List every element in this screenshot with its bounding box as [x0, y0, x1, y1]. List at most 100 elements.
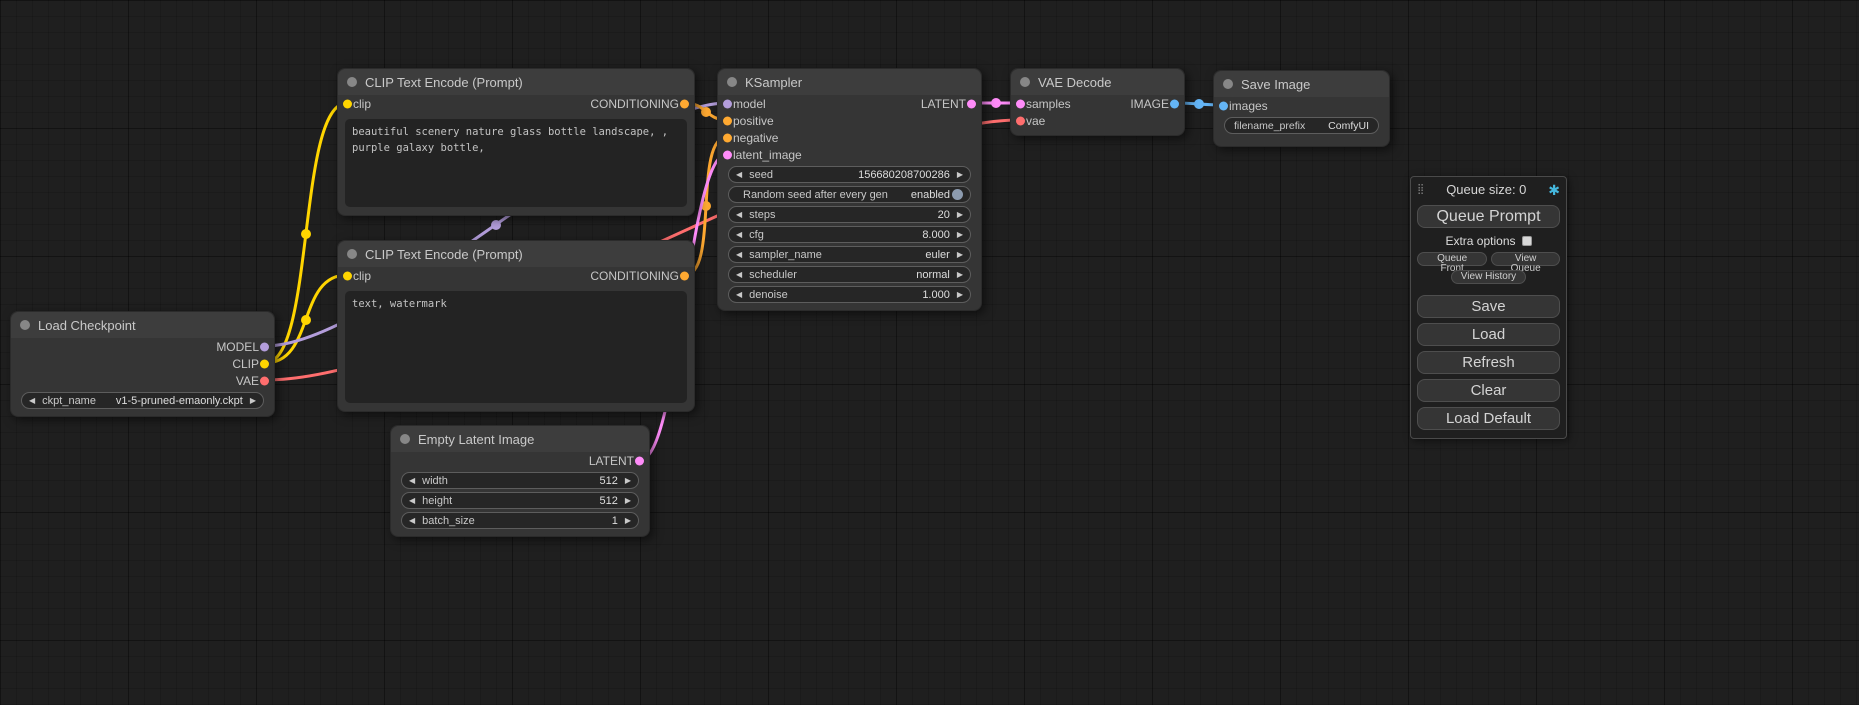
decrement-arrow-icon[interactable]: ◀: [736, 251, 742, 259]
widget-denoise[interactable]: ◀ denoise 1.000 ▶: [728, 286, 971, 303]
output-slot-latent[interactable]: [635, 456, 644, 465]
view-history-button[interactable]: View History: [1451, 270, 1526, 284]
increment-arrow-icon[interactable]: ▶: [625, 497, 631, 505]
extra-options-label: Extra options: [1445, 234, 1515, 248]
queue-front-button[interactable]: Queue Front: [1417, 252, 1487, 266]
widget-width[interactable]: ◀ width 512 ▶: [401, 472, 639, 489]
collapse-dot-icon[interactable]: [347, 249, 357, 259]
decrement-arrow-icon[interactable]: ◀: [736, 211, 742, 219]
input-label-clip: clip: [353, 97, 371, 111]
input-slot-vae[interactable]: [1016, 116, 1025, 125]
queue-prompt-button[interactable]: Queue Prompt: [1417, 205, 1560, 228]
widget-value: 512: [599, 475, 617, 487]
collapse-dot-icon[interactable]: [400, 434, 410, 444]
input-slot-model[interactable]: [723, 99, 732, 108]
settings-gear-icon[interactable]: ✱: [1548, 183, 1560, 197]
node-empty-latent-image[interactable]: Empty Latent Image LATENT ◀ width 512 ▶ …: [390, 425, 650, 537]
extra-options-checkbox[interactable]: [1522, 236, 1532, 246]
node-title-bar[interactable]: Save Image: [1214, 71, 1389, 97]
view-queue-button[interactable]: View Queue: [1491, 252, 1560, 266]
node-title-bar[interactable]: Load Checkpoint: [11, 312, 274, 338]
widget-label: cfg: [749, 229, 764, 241]
save-button[interactable]: Save: [1417, 295, 1560, 318]
widget-random-seed-toggle[interactable]: Random seed after every gen enabled: [728, 186, 971, 203]
widget-seed[interactable]: ◀ seed 156680208700286 ▶: [728, 166, 971, 183]
refresh-button[interactable]: Refresh: [1417, 351, 1560, 374]
slot-row-images: images: [1214, 97, 1389, 114]
collapse-dot-icon[interactable]: [20, 320, 30, 330]
widget-steps[interactable]: ◀ steps 20 ▶: [728, 206, 971, 223]
node-title-bar[interactable]: CLIP Text Encode (Prompt): [338, 69, 694, 95]
widget-filename-prefix[interactable]: filename_prefix ComfyUI: [1224, 117, 1379, 134]
widget-batch-size[interactable]: ◀ batch_size 1 ▶: [401, 512, 639, 529]
widget-sampler-name[interactable]: ◀ sampler_name euler ▶: [728, 246, 971, 263]
increment-arrow-icon[interactable]: ▶: [957, 291, 963, 299]
increment-arrow-icon[interactable]: ▶: [957, 251, 963, 259]
increment-arrow-icon[interactable]: ▶: [957, 271, 963, 279]
node-load-checkpoint[interactable]: Load Checkpoint MODEL CLIP VAE ◀ ckpt_na…: [10, 311, 275, 417]
decrement-arrow-icon[interactable]: ◀: [736, 231, 742, 239]
decrement-arrow-icon[interactable]: ◀: [409, 477, 415, 485]
input-slot-clip[interactable]: [343, 271, 352, 280]
decrement-arrow-icon[interactable]: ◀: [736, 171, 742, 179]
node-canvas[interactable]: Load Checkpoint MODEL CLIP VAE ◀ ckpt_na…: [0, 0, 1859, 705]
output-row-vae: VAE: [11, 372, 274, 389]
collapse-dot-icon[interactable]: [1223, 79, 1233, 89]
collapse-dot-icon[interactable]: [727, 77, 737, 87]
output-label-model: MODEL: [216, 340, 259, 354]
node-save-image[interactable]: Save Image images filename_prefix ComfyU…: [1213, 70, 1390, 147]
widget-height[interactable]: ◀ height 512 ▶: [401, 492, 639, 509]
widget-label: scheduler: [749, 269, 797, 281]
output-slot-vae[interactable]: [260, 376, 269, 385]
input-label-latent-image: latent_image: [733, 148, 802, 162]
slot-row: clip CONDITIONING: [338, 95, 694, 112]
node-title: CLIP Text Encode (Prompt): [365, 247, 523, 262]
node-vae-decode[interactable]: VAE Decode samples IMAGE vae: [1010, 68, 1185, 136]
node-ksampler[interactable]: KSampler model LATENT positive negative …: [717, 68, 982, 311]
node-title-bar[interactable]: CLIP Text Encode (Prompt): [338, 241, 694, 267]
input-slot-clip[interactable]: [343, 99, 352, 108]
collapse-dot-icon[interactable]: [1020, 77, 1030, 87]
prompt-textarea[interactable]: text, watermark: [345, 291, 687, 403]
output-slot-conditioning[interactable]: [680, 99, 689, 108]
widget-scheduler[interactable]: ◀ scheduler normal ▶: [728, 266, 971, 283]
increment-arrow-icon[interactable]: ▶: [625, 477, 631, 485]
node-clip-text-encode-negative[interactable]: CLIP Text Encode (Prompt) clip CONDITION…: [337, 240, 695, 412]
increment-arrow-icon[interactable]: ▶: [957, 171, 963, 179]
node-title-bar[interactable]: Empty Latent Image: [391, 426, 649, 452]
decrement-arrow-icon[interactable]: ◀: [736, 291, 742, 299]
input-slot-images[interactable]: [1219, 101, 1228, 110]
output-slot-model[interactable]: [260, 342, 269, 351]
input-slot-positive[interactable]: [723, 116, 732, 125]
load-button[interactable]: Load: [1417, 323, 1560, 346]
node-title-bar[interactable]: KSampler: [718, 69, 981, 95]
clear-button[interactable]: Clear: [1417, 379, 1560, 402]
collapse-dot-icon[interactable]: [347, 77, 357, 87]
input-slot-negative[interactable]: [723, 133, 732, 142]
load-default-button[interactable]: Load Default: [1417, 407, 1560, 430]
decrement-arrow-icon[interactable]: ◀: [736, 271, 742, 279]
decrement-arrow-icon[interactable]: ◀: [29, 397, 35, 405]
node-title-bar[interactable]: VAE Decode: [1011, 69, 1184, 95]
decrement-arrow-icon[interactable]: ◀: [409, 517, 415, 525]
node-clip-text-encode-positive[interactable]: CLIP Text Encode (Prompt) clip CONDITION…: [337, 68, 695, 216]
increment-arrow-icon[interactable]: ▶: [957, 211, 963, 219]
output-label-image: IMAGE: [1130, 97, 1169, 111]
output-slot-conditioning[interactable]: [680, 271, 689, 280]
input-slot-latent-image[interactable]: [723, 150, 732, 159]
widget-cfg[interactable]: ◀ cfg 8.000 ▶: [728, 226, 971, 243]
toggle-knob-icon[interactable]: [952, 189, 963, 200]
widget-ckpt-name[interactable]: ◀ ckpt_name v1-5-pruned-emaonly.ckpt ▶: [21, 392, 264, 409]
prompt-textarea[interactable]: beautiful scenery nature glass bottle la…: [345, 119, 687, 207]
widget-label: filename_prefix: [1234, 120, 1305, 132]
decrement-arrow-icon[interactable]: ◀: [409, 497, 415, 505]
drag-handle-icon[interactable]: ⣿: [1417, 184, 1424, 195]
output-slot-clip[interactable]: [260, 359, 269, 368]
output-slot-image[interactable]: [1170, 99, 1179, 108]
input-slot-samples[interactable]: [1016, 99, 1025, 108]
increment-arrow-icon[interactable]: ▶: [625, 517, 631, 525]
increment-arrow-icon[interactable]: ▶: [957, 231, 963, 239]
input-label-clip: clip: [353, 269, 371, 283]
output-slot-latent[interactable]: [967, 99, 976, 108]
increment-arrow-icon[interactable]: ▶: [250, 397, 256, 405]
